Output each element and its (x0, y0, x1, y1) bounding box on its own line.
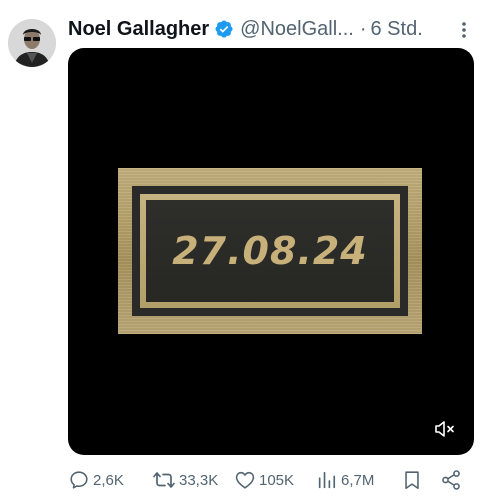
author-handle[interactable]: @NoelGall... (240, 18, 354, 41)
tweet-header: Noel Gallagher @NoelGall... · 6 Std. (68, 14, 478, 44)
reply-count: 2,6K (93, 471, 124, 489)
avatar[interactable] (8, 19, 56, 67)
retweet-icon (153, 472, 175, 488)
views-button[interactable]: 6,7M (316, 466, 374, 494)
brass-plate: 27.08.24 (118, 168, 422, 334)
bookmark-icon (405, 471, 419, 490)
author-name[interactable]: Noel Gallagher (68, 18, 209, 41)
mute-icon[interactable] (434, 420, 456, 438)
action-bar: 2,6K 33,3K 105K 6,7M (68, 466, 476, 494)
bookmark-button[interactable] (401, 466, 423, 494)
plate-panel: 27.08.24 (146, 200, 394, 302)
plate-frame: 27.08.24 (140, 194, 400, 308)
verified-badge-icon (215, 20, 233, 38)
tweet-media-video[interactable]: 27.08.24 (68, 48, 474, 455)
reply-icon (70, 471, 88, 489)
tweet: Noel Gallagher @NoelGall... · 6 Std. 27.… (0, 0, 488, 500)
views-icon (318, 471, 336, 489)
like-count: 105K (259, 471, 295, 489)
share-button[interactable] (440, 466, 462, 494)
like-button[interactable]: 105K (234, 466, 294, 494)
separator-dot: · (359, 17, 367, 40)
views-count: 6,7M (341, 471, 375, 489)
share-icon (442, 470, 460, 490)
reply-button[interactable]: 2,6K (68, 466, 124, 494)
tweet-timestamp[interactable]: 6 Std. (371, 18, 423, 41)
plate-border: 27.08.24 (132, 186, 408, 316)
plate-date-text: 27.08.24 (172, 229, 368, 273)
retweet-count: 33,3K (179, 471, 219, 489)
like-icon (235, 471, 255, 489)
more-options-icon[interactable] (452, 18, 476, 42)
retweet-button[interactable]: 33,3K (152, 466, 218, 494)
